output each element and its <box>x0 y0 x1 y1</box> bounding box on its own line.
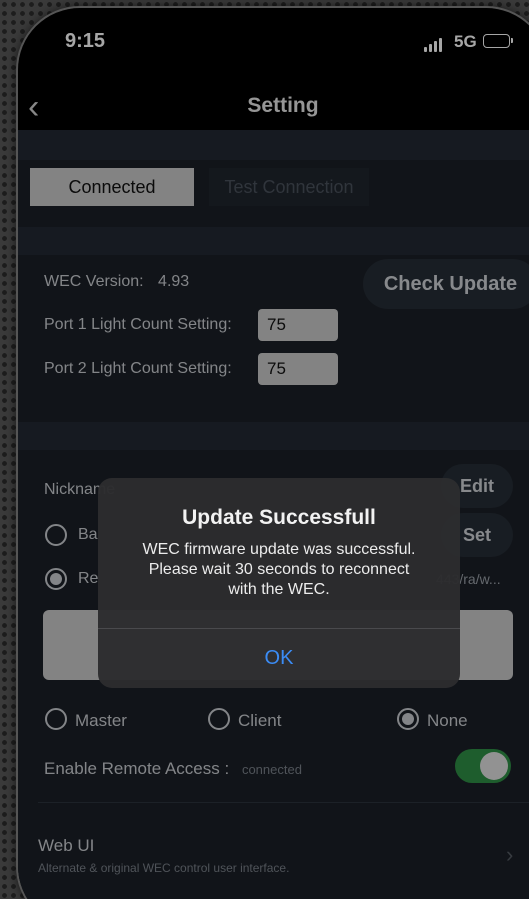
ok-button[interactable]: OK <box>98 628 460 688</box>
dialog-title: Update Successfull <box>182 506 376 529</box>
update-success-dialog: Update Successfull WEC firmware update w… <box>98 478 460 688</box>
dialog-message-line: WEC firmware update was successful. <box>142 541 416 558</box>
dialog-message-line: Please wait 30 seconds to reconnect <box>148 561 410 578</box>
dialog-message-line: with the WEC. <box>228 581 330 598</box>
dialog-message: WEC firmware update was successful. Plea… <box>118 540 440 600</box>
phone-frame: 9:15 5G ‹ Setting Connected Test Connect… <box>18 8 529 899</box>
modal-overlay <box>18 8 529 899</box>
